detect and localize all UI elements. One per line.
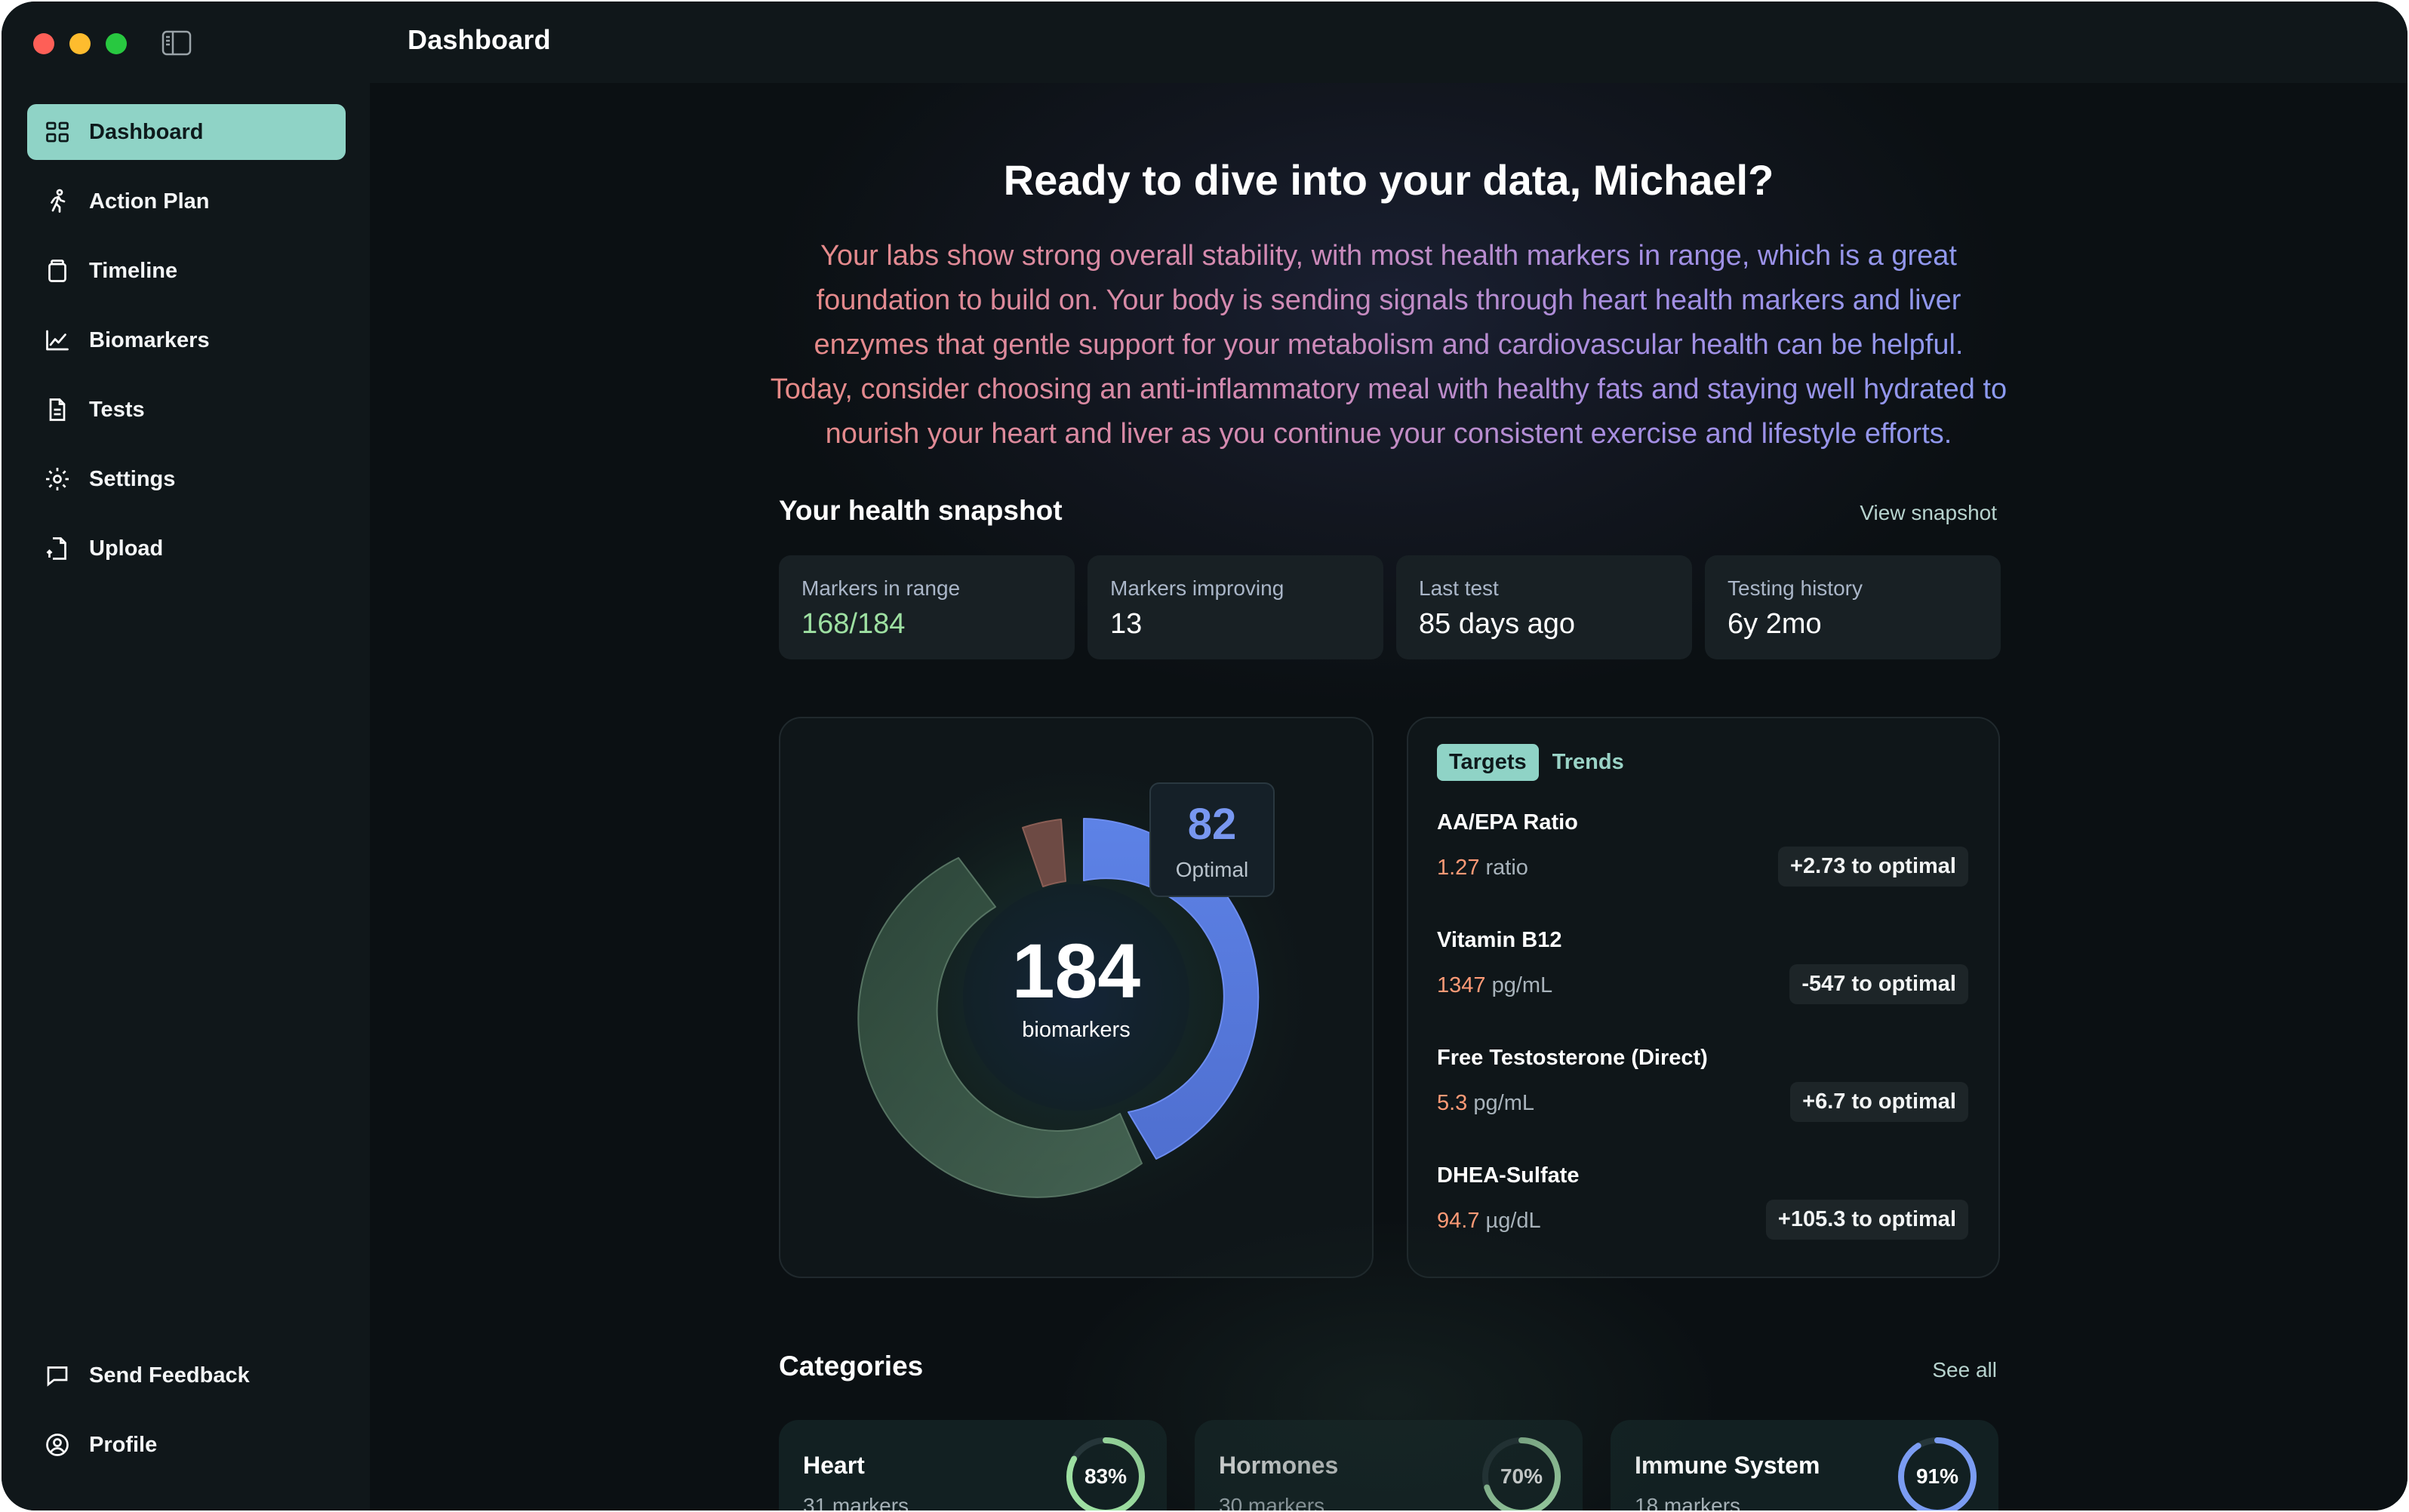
app-window: Dashboard Dashboard Action Plan Timeline: [2, 2, 2407, 1510]
category-progress-ring: 83%: [1064, 1435, 1147, 1510]
snapshot-value: 13: [1110, 608, 1143, 640]
target-name: DHEA-Sulfate: [1437, 1163, 1580, 1188]
upload-document-icon: [42, 533, 72, 564]
snapshot-value: 85 days ago: [1419, 608, 1576, 640]
category-name: Hormones: [1219, 1452, 1339, 1479]
sidebar-toggle-icon[interactable]: [162, 30, 192, 56]
sidebar-item-label: Action Plan: [89, 189, 210, 214]
user-circle-icon: [42, 1430, 72, 1460]
category-card-immune-system[interactable]: Immune System 18 markers 91%: [1611, 1420, 1998, 1510]
snapshot-card-testing-history[interactable]: Testing history 6y 2mo: [1705, 555, 2001, 659]
category-card-heart[interactable]: Heart 31 markers 83%: [779, 1420, 1167, 1510]
target-delta-badge: +2.73 to optimal: [1778, 847, 1968, 887]
target-unit: ratio: [1485, 856, 1528, 880]
target-delta-badge: +105.3 to optimal: [1765, 1200, 1968, 1240]
optimal-count: 82: [1188, 800, 1237, 849]
category-name: Heart: [803, 1452, 865, 1479]
runner-icon: [42, 186, 72, 217]
sidebar-item-label: Dashboard: [89, 119, 204, 144]
donut-total-label: biomarkers: [1022, 1018, 1130, 1042]
sidebar-item-tests[interactable]: Tests: [27, 382, 346, 438]
target-row-free-testosterone[interactable]: Free Testosterone (Direct) 5.3 pg/mL +6.…: [1437, 1046, 1968, 1136]
tab-targets[interactable]: Targets: [1437, 744, 1539, 781]
snapshot-title: Your health snapshot: [779, 495, 1063, 526]
category-marker-count: 31 markers: [803, 1494, 909, 1510]
target-unit: pg/mL: [1473, 1091, 1534, 1115]
snapshot-value: 168/184: [801, 608, 906, 640]
snapshot-card-last-test[interactable]: Last test 85 days ago: [1396, 555, 1692, 659]
category-name: Immune System: [1635, 1452, 1820, 1479]
categories-title: Categories: [779, 1351, 924, 1381]
targets-card: Targets Trends AA/EPA Ratio 1.27 ratio +…: [1407, 717, 2000, 1278]
target-value: 1.27 ratio: [1437, 856, 1528, 880]
snapshot-label: Last test: [1419, 576, 1499, 600]
donut-total: 184: [1012, 928, 1140, 1014]
sidebar-item-settings[interactable]: Settings: [27, 451, 346, 507]
title-bar: Dashboard: [2, 2, 2407, 83]
sidebar-item-action-plan[interactable]: Action Plan: [27, 174, 346, 229]
target-value: 94.7 µg/dL: [1437, 1209, 1541, 1233]
target-delta-badge: -547 to optimal: [1789, 964, 1968, 1004]
line-chart-icon: [42, 325, 72, 355]
target-name: Vitamin B12: [1437, 928, 1562, 952]
snapshot-value: 6y 2mo: [1728, 608, 1822, 640]
health-summary-text: Your labs show strong overall stability,…: [770, 234, 2008, 456]
category-percent: 91%: [1915, 1464, 1959, 1488]
category-percent: 70%: [1500, 1464, 1543, 1488]
sidebar-item-biomarkers[interactable]: Biomarkers: [27, 312, 346, 368]
chat-bubble-icon: [42, 1360, 72, 1391]
snapshot-label: Markers improving: [1110, 576, 1284, 600]
biomarker-donut-card: 184 biomarkers 82 Optimal: [779, 717, 1374, 1278]
optimal-label: Optimal: [1176, 858, 1248, 881]
see-all-link[interactable]: See all: [1932, 1358, 1997, 1382]
snapshot-label: Markers in range: [801, 576, 961, 600]
biomarker-donut-chart: 184 biomarkers 82 Optimal: [827, 748, 1325, 1246]
target-row-vitamin-b12[interactable]: Vitamin B12 1347 pg/mL -547 to optimal: [1437, 928, 1968, 1019]
minimize-window-button[interactable]: [69, 33, 91, 54]
sidebar-item-upload[interactable]: Upload: [27, 521, 346, 576]
target-value: 5.3 pg/mL: [1437, 1091, 1534, 1115]
sidebar-item-label: Profile: [89, 1432, 158, 1457]
targets-tabs: Targets Trends: [1437, 744, 1636, 781]
close-window-button[interactable]: [33, 33, 54, 54]
jar-icon: [42, 256, 72, 286]
sidebar: Dashboard Action Plan Timeline Biomarker…: [2, 83, 370, 1510]
document-icon: [42, 395, 72, 425]
sidebar-item-label: Send Feedback: [89, 1363, 250, 1388]
category-progress-ring: 70%: [1480, 1435, 1563, 1510]
snapshot-card-markers-improving[interactable]: Markers improving 13: [1088, 555, 1383, 659]
sidebar-item-profile[interactable]: Profile: [27, 1417, 346, 1473]
sidebar-item-label: Tests: [89, 397, 145, 422]
main-content: Ready to dive into your data, Michael? Y…: [370, 83, 2407, 1510]
target-name: Free Testosterone (Direct): [1437, 1046, 1708, 1070]
target-delta-badge: +6.7 to optimal: [1790, 1082, 1968, 1122]
sidebar-item-send-feedback[interactable]: Send Feedback: [27, 1348, 346, 1403]
snapshot-card-markers-in-range[interactable]: Markers in range 168/184: [779, 555, 1075, 659]
gear-icon: [42, 464, 72, 494]
category-card-hormones[interactable]: Hormones 30 markers 70%: [1195, 1420, 1583, 1510]
zoom-window-button[interactable]: [106, 33, 127, 54]
target-unit: µg/dL: [1485, 1209, 1541, 1233]
target-value: 1347 pg/mL: [1437, 973, 1553, 997]
sidebar-item-label: Timeline: [89, 258, 178, 283]
tab-trends[interactable]: Trends: [1540, 744, 1636, 781]
sidebar-item-timeline[interactable]: Timeline: [27, 243, 346, 299]
sidebar-item-dashboard[interactable]: Dashboard: [27, 104, 346, 160]
target-row-dhea-sulfate[interactable]: DHEA-Sulfate 94.7 µg/dL +105.3 to optima…: [1437, 1163, 1968, 1254]
grid-icon: [42, 117, 72, 147]
view-snapshot-link[interactable]: View snapshot: [1860, 501, 1997, 525]
category-marker-count: 30 markers: [1219, 1494, 1325, 1510]
target-unit: pg/mL: [1491, 973, 1553, 997]
sidebar-item-label: Upload: [89, 536, 164, 561]
target-name: AA/EPA Ratio: [1437, 810, 1578, 834]
greeting-heading: Ready to dive into your data, Michael?: [1003, 156, 1774, 204]
category-progress-ring: 91%: [1896, 1435, 1979, 1510]
category-percent: 83%: [1084, 1464, 1128, 1488]
sidebar-item-label: Biomarkers: [89, 327, 210, 352]
page-title: Dashboard: [408, 24, 551, 55]
target-row-aa-epa-ratio[interactable]: AA/EPA Ratio 1.27 ratio +2.73 to optimal: [1437, 810, 1968, 901]
category-marker-count: 18 markers: [1635, 1494, 1741, 1510]
snapshot-label: Testing history: [1728, 576, 1863, 600]
sidebar-item-label: Settings: [89, 466, 176, 491]
